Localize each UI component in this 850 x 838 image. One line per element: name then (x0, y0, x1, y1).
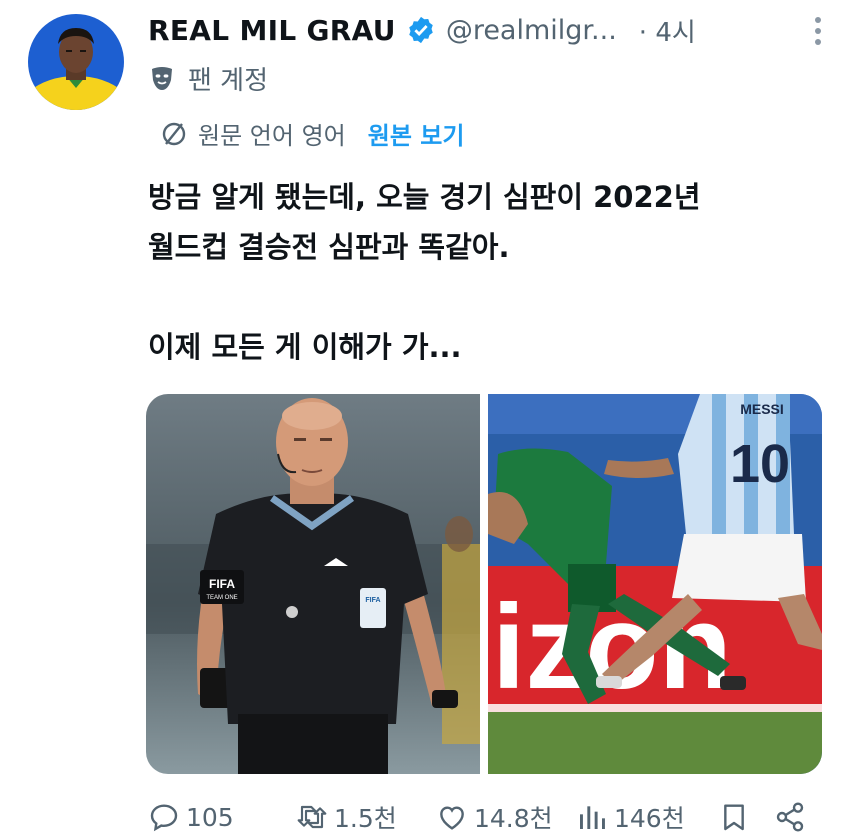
bookmark-icon (724, 804, 744, 831)
views-count: 146천 (614, 804, 685, 833)
time-separator: · (638, 17, 648, 48)
tweet-text-line: 이제 모든 게 이해가 가... (148, 330, 462, 364)
reply-icon (150, 804, 178, 832)
reply-count: 105 (186, 802, 234, 832)
shirt-number-text: 10 (730, 434, 790, 494)
referee-photo[interactable]: FIFA TEAM ONE FIFA (146, 394, 480, 774)
repost-button[interactable]: 1.5천 (296, 799, 436, 835)
repost-count: 1.5천 (334, 804, 397, 833)
author-handle[interactable]: @realmilgr... (446, 15, 617, 46)
tweet-time[interactable]: · 4시 (639, 12, 696, 49)
avatar[interactable] (28, 14, 124, 110)
verified-badge-icon[interactable] (406, 15, 436, 45)
author-name[interactable]: REAL MIL GRAU (148, 14, 396, 47)
tweet-header: REAL MIL GRAU @realmilgr... · 4시 (148, 10, 826, 50)
tweet-text-line: 방금 알게 됐는데, 오늘 경기 심판이 2022년 (148, 180, 701, 214)
like-count: 14.8천 (474, 804, 553, 833)
more-options-icon[interactable] (814, 16, 822, 46)
fan-account-text: 팬 계정 (188, 66, 269, 96)
armband-subtext: TEAM ONE (206, 595, 237, 601)
shirt-name-text: MESSI (740, 401, 784, 417)
show-original-link[interactable]: 원본 보기 (368, 116, 465, 151)
theater-mask-icon (150, 66, 174, 92)
heart-icon (440, 806, 464, 830)
reply-button[interactable]: 105 (148, 801, 296, 833)
translation-language-text: 원문 언어 영어 (198, 122, 346, 150)
tweet-text-line: 월드컵 결승전 심판과 똑같아. (148, 230, 510, 264)
views-chart-icon (580, 806, 605, 829)
armband-fifa-text: FIFA (209, 577, 235, 591)
action-bar: 105 1.5천 14.8천 146천 (148, 796, 838, 838)
views-button[interactable]: 146천 (576, 799, 718, 835)
translation-notice: 원문 언어 영어 원본 보기 (160, 116, 464, 151)
share-icon (776, 802, 804, 832)
time-label: 4시 (655, 17, 696, 48)
tweet-text-line (148, 272, 838, 322)
fan-account-label: 팬 계정 (150, 60, 268, 97)
tweet-text: 방금 알게 됐는데, 오늘 경기 심판이 2022년 월드컵 결승전 심판과 똑… (148, 172, 838, 372)
share-button[interactable] (774, 801, 814, 833)
bookmark-button[interactable] (718, 801, 774, 833)
repost-icon (297, 805, 327, 829)
like-button[interactable]: 14.8천 (436, 799, 576, 835)
referee-badge-text: FIFA (365, 597, 380, 604)
translate-slash-icon (160, 120, 188, 148)
match-photo[interactable]: izon MESSI 10 (488, 394, 822, 774)
tweet-media: FIFA TEAM ONE FIFA izon MESSI 10 (146, 394, 822, 774)
